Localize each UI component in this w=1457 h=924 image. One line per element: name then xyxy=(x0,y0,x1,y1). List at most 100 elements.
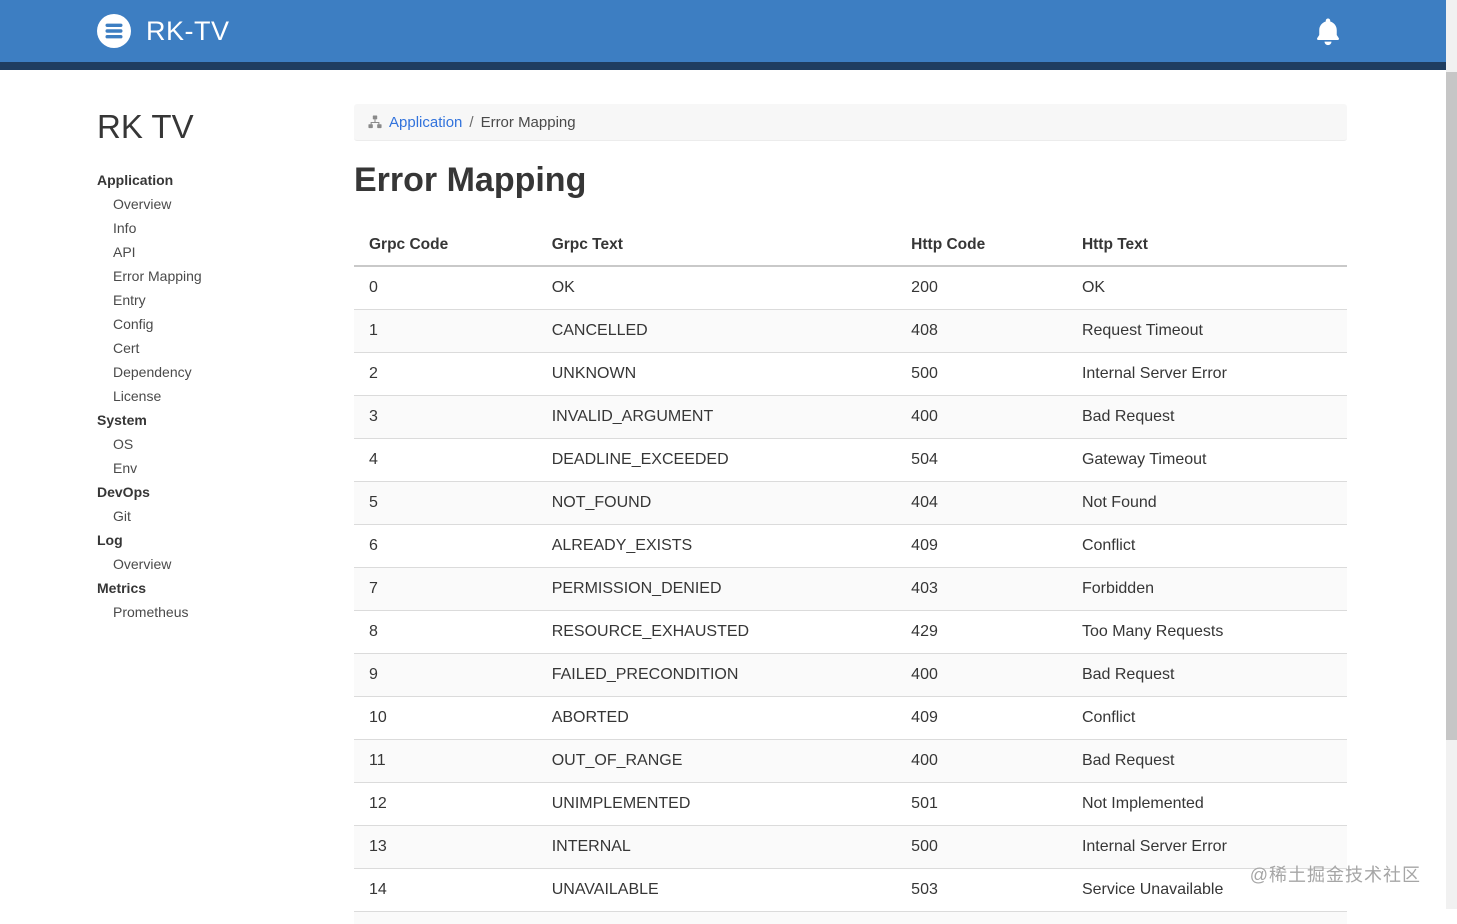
sidebar: RK TV Application Overview Info API Error Ma… xyxy=(0,70,354,624)
page-title: Error Mapping xyxy=(354,161,587,199)
cell-http-code: 409 xyxy=(896,524,1067,568)
cell-grpc-text: UNIMPLEMENTED xyxy=(536,782,897,826)
cell-grpc-text: ABORTED xyxy=(536,696,897,740)
breadcrumb-separator: / xyxy=(469,113,474,131)
cell-grpc-text: ALREADY_EXISTS xyxy=(536,524,897,568)
cell-http-code: 409 xyxy=(896,696,1067,740)
table-row: 2 UNKNOWN 500 Internal Server Error xyxy=(354,352,1347,396)
topbar-accent-strip xyxy=(0,62,1457,70)
table-row: 9 FAILED_PRECONDITION 400 Bad Request xyxy=(354,653,1347,697)
sidebar-nav: Application Overview Info API Error Mapping E… xyxy=(97,168,344,624)
brand[interactable]: RK-TV xyxy=(96,13,230,49)
cell-http-text: Internal Server Error xyxy=(1066,352,1347,396)
sidebar-item-application-cert[interactable]: Cert xyxy=(97,336,344,360)
table-row: 10 ABORTED 409 Conflict xyxy=(354,696,1347,740)
cell-http-text: Internal Server Error xyxy=(1066,825,1347,869)
cell-http-text: Gateway Timeout xyxy=(1066,438,1347,482)
sidebar-item-application-api[interactable]: API xyxy=(97,240,344,264)
sidebar-item-log-overview[interactable]: Overview xyxy=(97,552,344,576)
sidebar-section-system[interactable]: System xyxy=(97,408,344,432)
cell-http-text: Not Implemented xyxy=(1066,782,1347,826)
table-row: 14 UNAVAILABLE 503 Service Unavailable xyxy=(354,868,1347,912)
scrollbar-track[interactable] xyxy=(1446,0,1457,909)
cell-http-text: Service Unavailable xyxy=(1066,868,1347,912)
cell-grpc-text: OK xyxy=(536,266,897,310)
sidebar-section-devops[interactable]: DevOps xyxy=(97,480,344,504)
table-row: 5 NOT_FOUND 404 Not Found xyxy=(354,481,1347,525)
cell-grpc-code: 5 xyxy=(354,481,537,525)
cell-grpc-code: 14 xyxy=(354,868,537,912)
cell-grpc-code: 10 xyxy=(354,696,537,740)
cell-grpc-code: 3 xyxy=(354,395,537,439)
cell-http-code: 500 xyxy=(896,352,1067,396)
sidebar-section-application[interactable]: Application xyxy=(97,168,344,192)
column-header-grpc-text: Grpc Text xyxy=(536,226,897,267)
sidebar-section-log[interactable]: Log xyxy=(97,528,344,552)
table-header-row: Grpc Code Grpc Text Http Code Http Text xyxy=(354,226,1347,267)
sidebar-section-metrics[interactable]: Metrics xyxy=(97,576,344,600)
cell-grpc-text: FAILED_PRECONDITION xyxy=(536,653,897,697)
cell-http-code: 429 xyxy=(896,610,1067,654)
partial-next-row xyxy=(354,912,1347,924)
column-header-grpc-code: Grpc Code xyxy=(354,226,537,267)
cell-http-code: 504 xyxy=(896,438,1067,482)
table-body: 0 OK 200 OK 1 CANCELLED 408 Request Timeout 2 UNK… xyxy=(354,266,1347,912)
cell-http-text: Request Timeout xyxy=(1066,309,1347,353)
cell-http-text: Bad Request xyxy=(1066,653,1347,697)
cell-grpc-text: UNKNOWN xyxy=(536,352,897,396)
cell-grpc-text: PERMISSION_DENIED xyxy=(536,567,897,611)
sidebar-item-metrics-prometheus[interactable]: Prometheus xyxy=(97,600,344,624)
cell-http-code: 200 xyxy=(896,266,1067,310)
sidebar-item-application-config[interactable]: Config xyxy=(97,312,344,336)
table-row: 0 OK 200 OK xyxy=(354,266,1347,310)
table-row: 12 UNIMPLEMENTED 501 Not Implemented xyxy=(354,782,1347,826)
sidebar-item-application-error-mapping[interactable]: Error Mapping xyxy=(97,264,344,288)
table-row: 13 INTERNAL 500 Internal Server Error xyxy=(354,825,1347,869)
list-circle-icon xyxy=(96,13,132,49)
table-row: 11 OUT_OF_RANGE 400 Bad Request xyxy=(354,739,1347,783)
sidebar-item-application-dependency[interactable]: Dependency xyxy=(97,360,344,384)
scrollbar-thumb[interactable] xyxy=(1446,72,1457,740)
cell-http-code: 400 xyxy=(896,653,1067,697)
cell-grpc-code: 13 xyxy=(354,825,537,869)
cell-http-code: 500 xyxy=(896,825,1067,869)
cell-http-text: Bad Request xyxy=(1066,395,1347,439)
cell-grpc-code: 1 xyxy=(354,309,537,353)
breadcrumb: Application / Error Mapping xyxy=(354,104,1347,141)
table-row: 6 ALREADY_EXISTS 409 Conflict xyxy=(354,524,1347,568)
table-row: 1 CANCELLED 408 Request Timeout xyxy=(354,309,1347,353)
cell-http-code: 503 xyxy=(896,868,1067,912)
cell-grpc-code: 4 xyxy=(354,438,537,482)
cell-grpc-code: 6 xyxy=(354,524,537,568)
cell-grpc-text: DEADLINE_EXCEEDED xyxy=(536,438,897,482)
cell-grpc-text: UNAVAILABLE xyxy=(536,868,897,912)
cell-grpc-text: INVALID_ARGUMENT xyxy=(536,395,897,439)
table-row: 8 RESOURCE_EXHAUSTED 429 Too Many Requests xyxy=(354,610,1347,654)
notification-bell-icon[interactable] xyxy=(1313,16,1343,46)
cell-grpc-text: OUT_OF_RANGE xyxy=(536,739,897,783)
cell-http-text: OK xyxy=(1066,266,1347,310)
cell-http-text: Bad Request xyxy=(1066,739,1347,783)
cell-grpc-code: 2 xyxy=(354,352,537,396)
cell-grpc-text: RESOURCE_EXHAUSTED xyxy=(536,610,897,654)
cell-http-code: 400 xyxy=(896,395,1067,439)
main-content: Application / Error Mapping Error Mappin… xyxy=(354,70,1347,924)
cell-http-code: 400 xyxy=(896,739,1067,783)
table-row: 3 INVALID_ARGUMENT 400 Bad Request xyxy=(354,395,1347,439)
cell-grpc-code: 11 xyxy=(354,739,537,783)
sidebar-item-application-license[interactable]: License xyxy=(97,384,344,408)
sidebar-item-system-env[interactable]: Env xyxy=(97,456,344,480)
breadcrumb-link-application[interactable]: Application xyxy=(389,114,462,131)
table-row: 7 PERMISSION_DENIED 403 Forbidden xyxy=(354,567,1347,611)
sidebar-item-application-entry[interactable]: Entry xyxy=(97,288,344,312)
cell-grpc-code: 7 xyxy=(354,567,537,611)
sitemap-icon xyxy=(368,115,382,129)
sidebar-item-system-os[interactable]: OS xyxy=(97,432,344,456)
table-row: 4 DEADLINE_EXCEEDED 504 Gateway Timeout xyxy=(354,438,1347,482)
cell-grpc-text: NOT_FOUND xyxy=(536,481,897,525)
sidebar-item-devops-git[interactable]: Git xyxy=(97,504,344,528)
sidebar-item-application-overview[interactable]: Overview xyxy=(97,192,344,216)
cell-http-code: 404 xyxy=(896,481,1067,525)
top-app-bar: RK-TV xyxy=(0,0,1457,62)
sidebar-item-application-info[interactable]: Info xyxy=(97,216,344,240)
